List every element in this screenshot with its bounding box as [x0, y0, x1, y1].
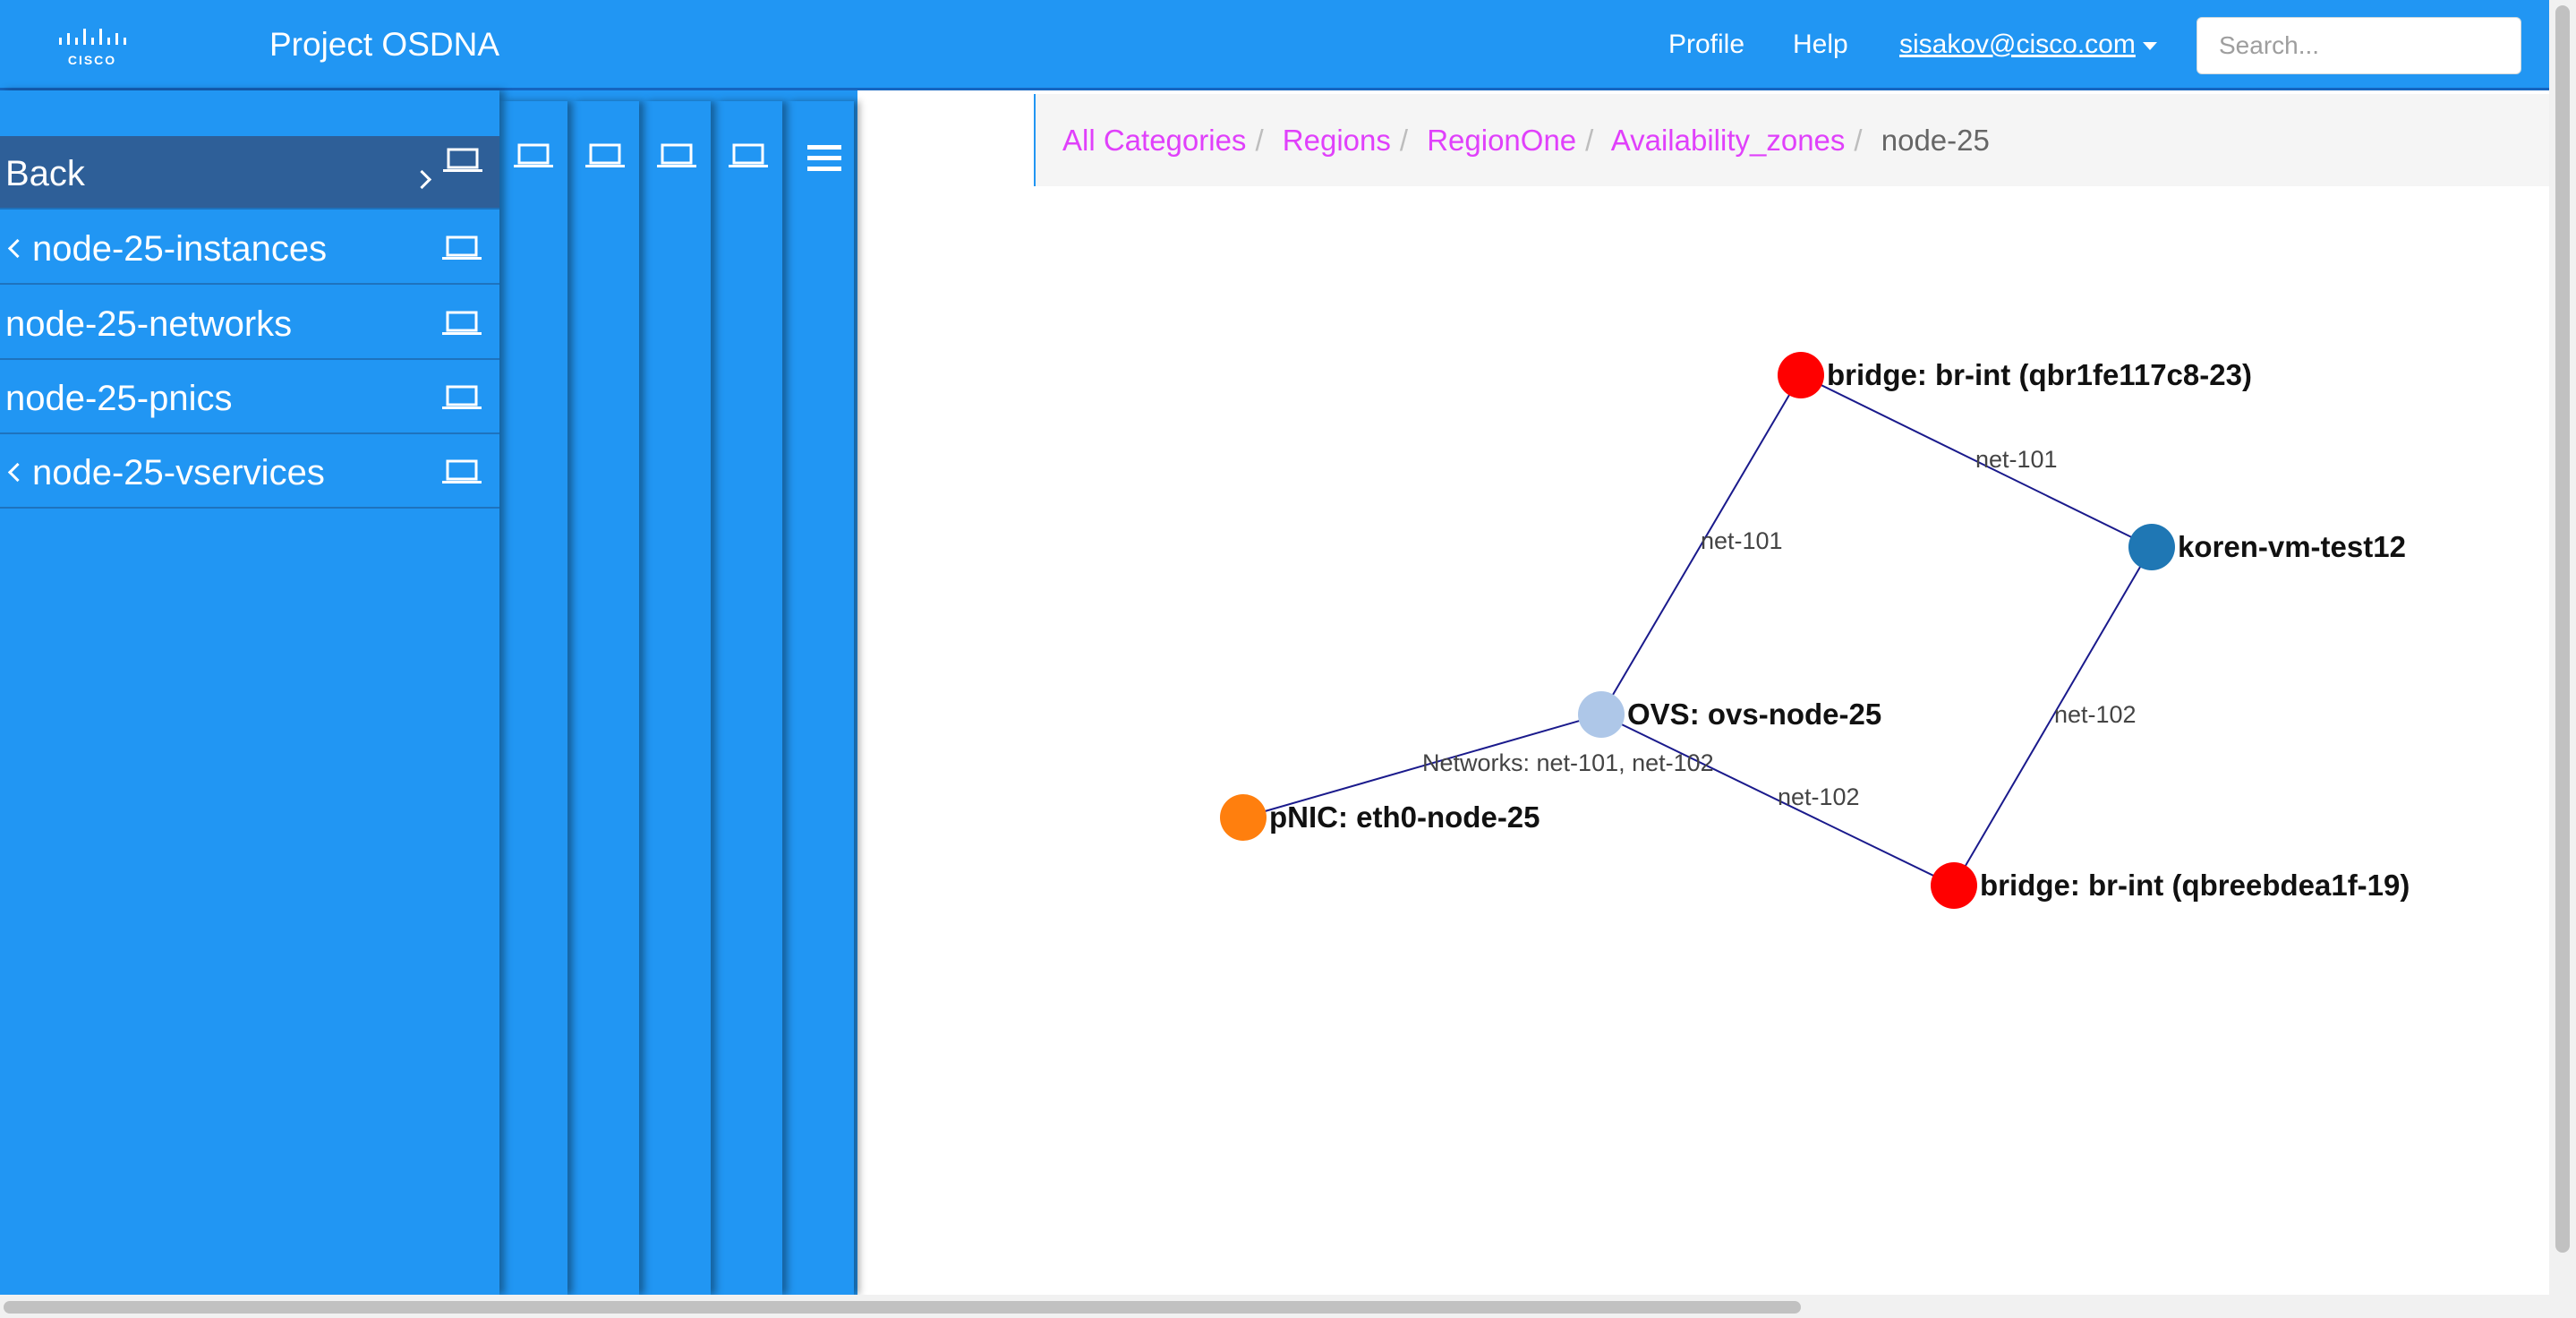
topology-graph[interactable]: net-101 net-101 net-102 net-102 Networks…: [1034, 188, 2549, 1295]
laptop-icon[interactable]: [442, 458, 482, 485]
menu-item-label: node-25-pnics: [5, 379, 233, 418]
edge-label: net-101: [1701, 527, 1783, 554]
breadcrumb-link-regionone[interactable]: RegionOne: [1427, 124, 1576, 157]
search-input[interactable]: [2196, 17, 2521, 74]
laptop-icon[interactable]: [729, 142, 768, 169]
laptop-icon[interactable]: [514, 142, 553, 169]
menu-item-node-25-instances[interactable]: node-25-instances: [0, 211, 499, 285]
nav-column-2[interactable]: [571, 101, 639, 1295]
horizontal-scrollbar[interactable]: [0, 1295, 2549, 1318]
graph-node-vm[interactable]: [2128, 524, 2175, 570]
menu-item-node-25-vservices[interactable]: node-25-vservices: [0, 435, 499, 509]
laptop-icon[interactable]: [442, 235, 482, 261]
laptop-icon[interactable]: [585, 142, 625, 169]
laptop-icon[interactable]: [443, 147, 482, 174]
graph-node-pnic[interactable]: [1220, 794, 1267, 841]
node-label: bridge: br-int (qbr1fe117c8-23): [1827, 358, 2252, 391]
menu-item-label: node-25-vservices: [32, 453, 325, 492]
menu-item-label: node-25-networks: [5, 304, 293, 344]
breadcrumb-separator: /: [1585, 124, 1594, 157]
breadcrumb-link-regions[interactable]: Regions: [1283, 124, 1391, 157]
user-menu-dropdown[interactable]: sisakov@cisco.com: [1899, 30, 2157, 60]
vertical-scrollbar[interactable]: [2549, 0, 2576, 1318]
edge-label: net-102: [2054, 701, 2137, 728]
breadcrumb: All Categories / Regions / RegionOne / Avai…: [1034, 94, 2549, 186]
graph-node-bridge[interactable]: [1778, 352, 1824, 398]
back-label: Back: [5, 154, 85, 193]
chevron-left-icon: [7, 462, 28, 483]
back-button[interactable]: Back: [0, 136, 499, 210]
vertical-scrollbar-thumb[interactable]: [2555, 5, 2570, 1253]
navigation-panel: Back node-25-instances node-25-networks: [0, 90, 857, 1295]
graph-node-ovs[interactable]: [1578, 691, 1625, 738]
nav-column-5[interactable]: [786, 101, 854, 1295]
menu-item-node-25-pnics[interactable]: node-25-pnics: [0, 361, 499, 434]
laptop-icon[interactable]: [442, 384, 482, 411]
profile-link[interactable]: Profile: [1668, 30, 1744, 60]
edge-label: net-102: [1778, 783, 1860, 810]
cisco-logo-icon[interactable]: CISCO: [55, 25, 129, 70]
hamburger-menu-icon[interactable]: [807, 144, 841, 173]
help-link[interactable]: Help: [1793, 30, 1848, 60]
nav-column-1[interactable]: [499, 101, 567, 1295]
app-title[interactable]: Project OSDNA: [269, 26, 499, 64]
nav-column-4[interactable]: [714, 101, 782, 1295]
breadcrumb-current: node-25: [1881, 124, 1990, 157]
graph-nodes: bridge: br-int (qbr1fe117c8-23) koren-vm…: [1220, 352, 2410, 909]
breadcrumb-separator: /: [1399, 124, 1409, 157]
breadcrumb-link-availability-zones[interactable]: Availability_zones: [1611, 124, 1846, 157]
menu-item-label: node-25-instances: [32, 229, 328, 269]
caret-down-icon: [2142, 41, 2157, 50]
node-label: pNIC: eth0-node-25: [1269, 800, 1540, 834]
laptop-icon[interactable]: [657, 142, 696, 169]
breadcrumb-separator: /: [1255, 124, 1264, 157]
horizontal-scrollbar-thumb[interactable]: [4, 1301, 1801, 1314]
menu-item-node-25-networks[interactable]: node-25-networks: [0, 287, 499, 360]
edge-label: Networks: net-101, net-102: [1422, 749, 1714, 776]
menu-column: Back node-25-instances node-25-networks: [0, 90, 499, 1295]
chevron-right-icon: [412, 169, 432, 190]
user-email: sisakov@cisco.com: [1899, 30, 2136, 59]
topology-graph-canvas[interactable]: net-101 net-101 net-102 net-102 Networks…: [1034, 188, 2549, 1295]
node-label: bridge: br-int (qbreebdea1f-19): [1980, 869, 2410, 902]
breadcrumb-link-all-categories[interactable]: All Categories: [1062, 124, 1246, 157]
graph-node-bridge[interactable]: [1931, 862, 1977, 909]
top-navbar: CISCO Project OSDNA Profile Help sisakov…: [0, 0, 2549, 90]
chevron-left-icon: [7, 238, 28, 259]
node-label: OVS: ovs-node-25: [1627, 698, 1881, 731]
breadcrumb-separator: /: [1854, 124, 1863, 157]
node-label: koren-vm-test12: [2178, 530, 2406, 563]
nav-column-3[interactable]: [643, 101, 711, 1295]
edge-label: net-101: [1975, 446, 2058, 473]
svg-text:CISCO: CISCO: [68, 53, 116, 67]
laptop-icon[interactable]: [442, 310, 482, 337]
